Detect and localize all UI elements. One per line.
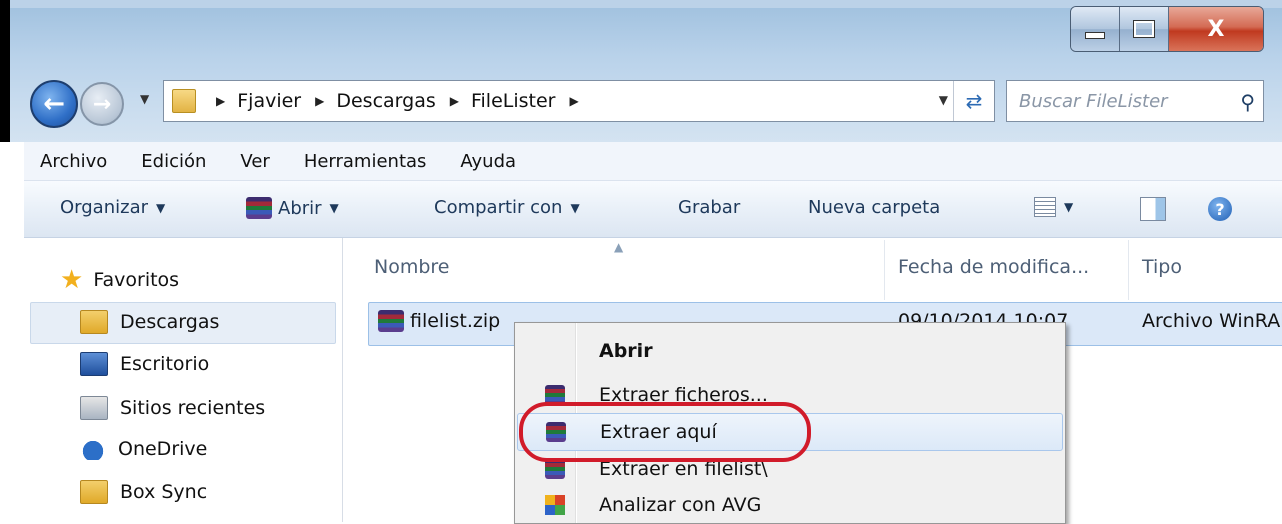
- column-header-date[interactable]: Fecha de modifica...: [898, 256, 1089, 278]
- refresh-button[interactable]: ⇄: [953, 81, 994, 121]
- breadcrumb: ▶ Fjavier ▶ Descargas ▶ FileLister ▶: [202, 90, 591, 112]
- command-bar: Organizar ▼ Abrir ▼ Compartir con ▼ Grab…: [24, 181, 1282, 238]
- breadcrumb-fjavier[interactable]: Fjavier: [237, 90, 301, 112]
- onedrive-cloud-icon: [80, 438, 106, 460]
- star-icon: ★: [60, 265, 84, 295]
- menu-bar: Archivo Edición Ver Herramientas Ayuda: [24, 142, 1282, 181]
- search-icon[interactable]: ⚲: [1240, 90, 1255, 114]
- change-view-button[interactable]: ▼: [1034, 197, 1073, 217]
- menu-ayuda[interactable]: Ayuda: [460, 151, 516, 172]
- winrar-icon: [545, 459, 565, 479]
- menu-archivo[interactable]: Archivo: [40, 151, 107, 172]
- search-input[interactable]: Buscar FileLister: [1019, 91, 1168, 112]
- breadcrumb-filelister[interactable]: FileLister: [471, 90, 556, 112]
- column-divider[interactable]: [884, 240, 885, 300]
- preview-pane-button[interactable]: [1140, 197, 1166, 221]
- chevron-down-icon: ▼: [570, 200, 580, 215]
- menu-ver[interactable]: Ver: [240, 151, 269, 172]
- folder-icon: [172, 89, 196, 113]
- sidebar-item-escritorio[interactable]: Escritorio: [80, 352, 209, 376]
- window-controls: X: [1070, 6, 1264, 52]
- menu-edicion[interactable]: Edición: [141, 151, 206, 172]
- sidebar-item-box-sync[interactable]: Box Sync: [80, 480, 207, 504]
- nav-favorites-label: Favoritos: [93, 269, 180, 291]
- maximize-button[interactable]: [1120, 7, 1169, 51]
- desktop-icon: [80, 352, 108, 376]
- address-bar[interactable]: ▶ Fjavier ▶ Descargas ▶ FileLister ▶ ▼ ⇄: [163, 80, 995, 122]
- avg-antivirus-icon: [545, 495, 565, 515]
- column-header-type[interactable]: Tipo: [1142, 256, 1182, 278]
- file-name: filelist.zip: [410, 310, 501, 332]
- column-header-name[interactable]: Nombre: [374, 256, 450, 278]
- nav-favorites[interactable]: ★ Favoritos: [60, 265, 179, 295]
- preview-pane-icon: [1140, 197, 1166, 221]
- breadcrumb-separator-icon[interactable]: ▶: [216, 94, 225, 108]
- chevron-down-icon: ▼: [156, 200, 166, 215]
- annotation-highlight-ring: [519, 402, 811, 462]
- close-button[interactable]: X: [1169, 7, 1263, 51]
- new-folder-label: Nueva carpeta: [808, 197, 941, 218]
- sidebar-item-label: Escritorio: [120, 353, 210, 375]
- search-box[interactable]: Buscar FileLister ⚲: [1006, 80, 1264, 122]
- burn-button[interactable]: Grabar: [678, 197, 740, 218]
- breadcrumb-separator-icon[interactable]: ▶: [315, 94, 324, 108]
- winrar-archive-icon: [378, 310, 404, 332]
- maximize-icon: [1133, 20, 1155, 38]
- recent-pages-dropdown-icon[interactable]: ▼: [140, 92, 154, 106]
- refresh-icon: ⇄: [965, 89, 983, 113]
- menu-item-label: Abrir: [599, 340, 653, 362]
- organize-label: Organizar: [60, 197, 148, 218]
- share-label: Compartir con: [434, 197, 563, 218]
- minimize-button[interactable]: [1071, 7, 1120, 51]
- file-type: Archivo WinRAR: [1142, 310, 1282, 332]
- sidebar-item-descargas[interactable]: Descargas: [80, 310, 219, 334]
- burn-label: Grabar: [678, 197, 741, 218]
- downloads-folder-icon: [80, 310, 108, 334]
- organize-button[interactable]: Organizar ▼: [60, 197, 165, 218]
- view-list-icon: [1034, 197, 1056, 217]
- open-button[interactable]: Abrir ▼: [246, 197, 339, 219]
- new-folder-button[interactable]: Nueva carpeta: [808, 197, 940, 218]
- help-icon: ?: [1208, 197, 1232, 221]
- share-button[interactable]: Compartir con ▼: [434, 197, 580, 218]
- menu-item-label: Analizar con AVG: [599, 494, 762, 516]
- chevron-down-icon: ▼: [329, 201, 339, 215]
- menu-herramientas[interactable]: Herramientas: [304, 151, 427, 172]
- sidebar-item-label: OneDrive: [118, 438, 208, 460]
- minimize-icon: [1085, 31, 1105, 39]
- menu-item-abrir[interactable]: Abrir: [517, 333, 1061, 369]
- breadcrumb-separator-icon[interactable]: ▶: [450, 94, 459, 108]
- back-button[interactable]: ←: [30, 80, 78, 128]
- sidebar-item-sitios-recientes[interactable]: Sitios recientes: [80, 396, 265, 420]
- recent-places-icon: [80, 396, 108, 420]
- chevron-down-icon: ▼: [1064, 200, 1074, 214]
- help-button[interactable]: ?: [1208, 197, 1232, 221]
- address-dropdown-icon[interactable]: ▼: [939, 93, 948, 107]
- file-name-cell[interactable]: filelist.zip: [378, 310, 500, 332]
- box-sync-folder-icon: [80, 480, 108, 504]
- forward-arrow-icon: →: [92, 91, 112, 117]
- breadcrumb-separator-icon[interactable]: ▶: [569, 94, 578, 108]
- sidebar-item-onedrive[interactable]: OneDrive: [80, 438, 207, 460]
- forward-button[interactable]: →: [80, 82, 124, 126]
- menu-item-analizar-avg[interactable]: Analizar con AVG: [517, 487, 1061, 523]
- winrar-icon: [246, 197, 272, 219]
- column-divider[interactable]: [1128, 240, 1129, 300]
- sort-ascending-icon: ▲: [614, 240, 624, 254]
- open-label: Abrir: [278, 197, 322, 219]
- close-icon: X: [1207, 16, 1225, 42]
- breadcrumb-descargas[interactable]: Descargas: [336, 90, 435, 112]
- sidebar-item-label: Box Sync: [120, 481, 208, 503]
- sidebar-item-label: Descargas: [120, 311, 220, 333]
- back-arrow-icon: ←: [43, 89, 65, 119]
- sidebar-item-label: Sitios recientes: [120, 397, 266, 419]
